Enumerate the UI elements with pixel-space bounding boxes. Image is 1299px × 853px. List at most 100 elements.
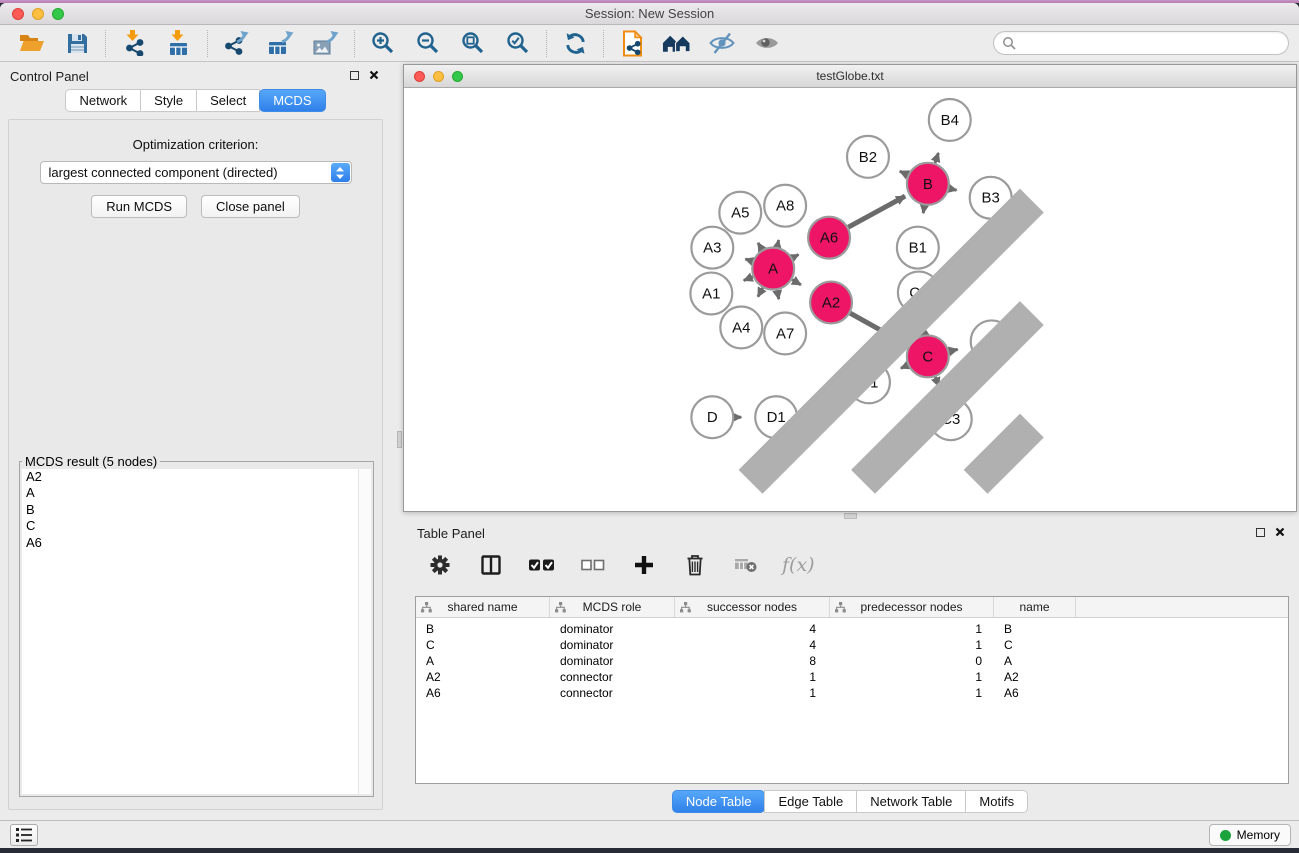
tab-node-table[interactable]: Node Table <box>672 790 766 813</box>
window-controls <box>12 8 64 20</box>
network-view-window: testGlobe.txt B4B2BB3B1A5A8A3A6AA1A4A7A2… <box>403 64 1297 512</box>
zoom-fit-button[interactable] <box>458 28 488 58</box>
list-item[interactable]: C <box>22 518 371 534</box>
export-network-button[interactable] <box>221 28 251 58</box>
selected-option: largest connected component (directed) <box>49 165 278 180</box>
column-header[interactable]: name <box>994 597 1076 617</box>
float-panel-icon[interactable] <box>1256 528 1265 537</box>
function-builder-button[interactable]: f(x) <box>782 550 815 580</box>
list-icon <box>15 827 33 843</box>
import-network-button[interactable] <box>119 28 149 58</box>
vertical-splitter-grip[interactable] <box>397 431 402 448</box>
zoom-window-button[interactable] <box>52 8 64 20</box>
optimization-criterion-label: Optimization criterion: <box>9 137 382 152</box>
close-panel-icon[interactable] <box>1275 527 1285 537</box>
export-image-button[interactable] <box>311 28 341 58</box>
tab-edge-table[interactable]: Edge Table <box>764 790 857 813</box>
control-panel-tabs: Network Style Select MCDS <box>0 89 391 112</box>
network-window-titlebar: testGlobe.txt <box>404 65 1296 88</box>
minimize-window-button[interactable] <box>32 8 44 20</box>
add-column-button[interactable] <box>629 550 659 580</box>
tab-mcds[interactable]: MCDS <box>259 89 325 112</box>
export-table-icon <box>268 30 295 56</box>
table-body: B dominator 4 1 B C dominator 4 1 C <box>416 618 1288 701</box>
fx-icon: f(x) <box>782 554 815 576</box>
table-tabs: Node Table Edge Table Network Table Moti… <box>403 790 1297 813</box>
list-item[interactable]: A <box>22 485 371 501</box>
export-table-button[interactable] <box>266 28 296 58</box>
zoom-in-button[interactable] <box>368 28 398 58</box>
save-session-button[interactable] <box>62 28 92 58</box>
table-row[interactable]: A dominator 8 0 A <box>416 653 1288 669</box>
close-panel-button[interactable]: Close panel <box>201 195 300 218</box>
list-item[interactable]: B <box>22 502 371 518</box>
mcds-panel: Optimization criterion: largest connecte… <box>8 119 383 810</box>
zoom-selected-icon <box>505 30 531 56</box>
table-row[interactable]: A2 connector 1 1 A2 <box>416 669 1288 685</box>
minimize-view-button[interactable] <box>433 71 444 82</box>
tab-motifs[interactable]: Motifs <box>965 790 1028 813</box>
network-window-controls <box>414 71 463 82</box>
column-header[interactable]: shared name <box>416 597 550 617</box>
eye-icon <box>754 33 780 53</box>
import-table-button[interactable] <box>164 28 194 58</box>
titlebar: Session: New Session <box>0 3 1299 25</box>
delete-column-button[interactable] <box>680 550 710 580</box>
scrollbar-track[interactable] <box>358 469 371 794</box>
run-mcds-button[interactable]: Run MCDS <box>91 195 187 218</box>
home-icon <box>662 31 692 55</box>
maximize-view-button[interactable] <box>452 71 463 82</box>
search-box[interactable] <box>993 31 1289 55</box>
column-icon <box>479 553 503 577</box>
tab-network[interactable]: Network <box>65 89 141 112</box>
list-item[interactable]: A6 <box>22 535 371 551</box>
select-all-button[interactable] <box>527 550 557 580</box>
zoom-selected-button[interactable] <box>503 28 533 58</box>
network-file-button[interactable] <box>617 28 647 58</box>
column-header[interactable]: successor nodes <box>675 597 830 617</box>
table-row[interactable]: C dominator 4 1 C <box>416 637 1288 653</box>
hide-graphics-button[interactable] <box>707 28 737 58</box>
table-header-row: shared name MCDS role <box>416 597 1288 618</box>
network-canvas[interactable]: B4B2BB3B1A5A8A3A6AA1A4A7A2C2CC4C1C3DD1 <box>404 89 1296 511</box>
column-header[interactable]: MCDS role <box>550 597 675 617</box>
eye-slash-icon <box>709 32 735 55</box>
zoom-out-button[interactable] <box>413 28 443 58</box>
mcds-result-list[interactable]: A2 A B C A6 <box>22 469 371 794</box>
open-session-button[interactable] <box>17 28 47 58</box>
table-settings-button[interactable] <box>425 550 455 580</box>
home-button[interactable] <box>662 28 692 58</box>
deselect-all-button[interactable] <box>578 550 608 580</box>
horizontal-splitter-grip[interactable] <box>844 513 857 519</box>
zoom-in-icon <box>370 30 396 56</box>
close-view-button[interactable] <box>414 71 425 82</box>
status-bar: Memory <box>0 820 1299 848</box>
float-panel-icon[interactable] <box>350 71 359 80</box>
search-input[interactable] <box>1017 33 1288 53</box>
hierarchy-icon <box>555 602 566 613</box>
import-network-icon <box>121 30 147 56</box>
list-item[interactable]: A2 <box>22 469 371 485</box>
refresh-button[interactable] <box>560 28 590 58</box>
task-history-button[interactable] <box>10 824 38 846</box>
gear-icon <box>428 553 452 577</box>
mcds-result-group: MCDS result (5 nodes) A2 A B C A6 <box>19 454 374 797</box>
column-header[interactable]: predecessor nodes <box>830 597 994 617</box>
close-window-button[interactable] <box>12 8 24 20</box>
tab-select[interactable]: Select <box>196 89 260 112</box>
optimization-criterion-select[interactable]: largest connected component (directed) <box>40 161 352 184</box>
tab-style[interactable]: Style <box>140 89 197 112</box>
table-panel: Table Panel <box>403 520 1297 820</box>
delete-table-button[interactable] <box>731 550 761 580</box>
zoom-out-icon <box>415 30 441 56</box>
table-row[interactable]: B dominator 4 1 B <box>416 621 1288 637</box>
tab-network-table[interactable]: Network Table <box>856 790 966 813</box>
show-column-button[interactable] <box>476 550 506 580</box>
table-row[interactable]: A6 connector 1 1 A6 <box>416 685 1288 701</box>
import-table-icon <box>166 30 192 56</box>
delete-table-icon <box>735 555 758 575</box>
resize-grip-icon[interactable] <box>403 88 1295 510</box>
close-panel-icon[interactable] <box>369 70 379 80</box>
show-graphics-button[interactable] <box>752 28 782 58</box>
memory-button[interactable]: Memory <box>1209 824 1291 846</box>
